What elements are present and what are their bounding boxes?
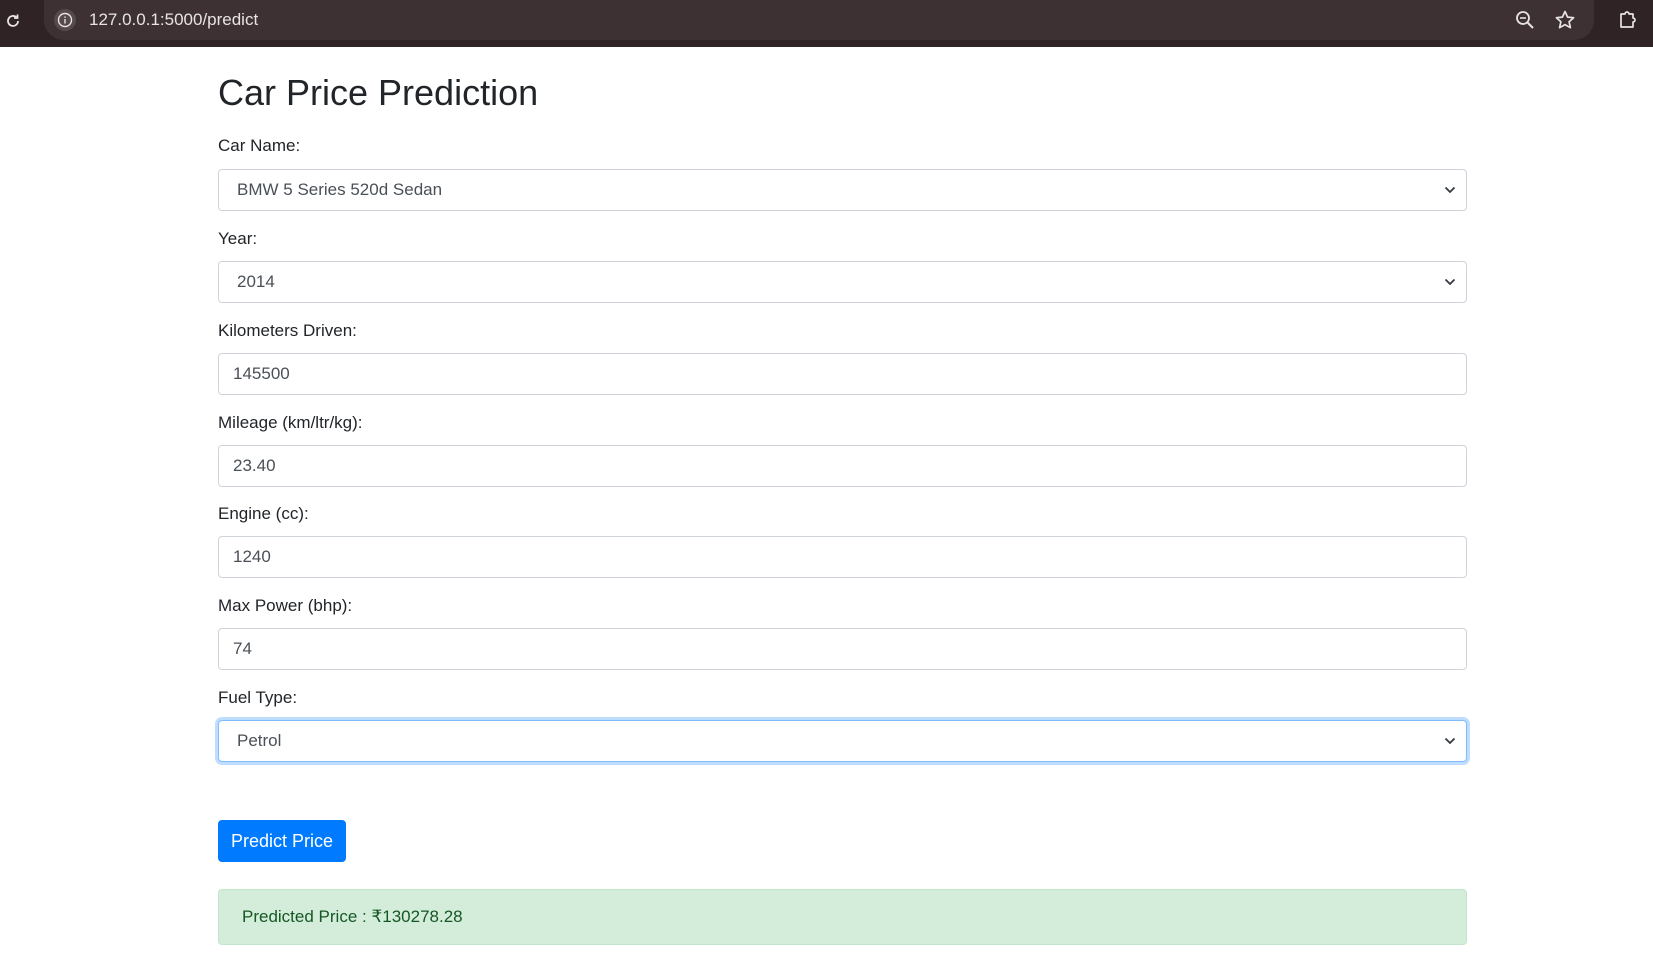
car-name-value: BMW 5 Series 520d Sedan — [237, 180, 443, 199]
km-driven-input[interactable]: 145500 — [218, 353, 1467, 395]
max-power-value: 74 — [233, 639, 252, 658]
car-name-label: Car Name: — [218, 136, 301, 155]
engine-input[interactable]: 1240 — [218, 536, 1467, 578]
zoom-icon[interactable] — [1514, 9, 1536, 31]
mileage-input[interactable]: 23.40 — [218, 445, 1467, 487]
predicted-price-alert: Predicted Price : ₹130278.28 — [218, 889, 1467, 945]
year-label: Year: — [218, 229, 258, 248]
max-power-input[interactable]: 74 — [218, 628, 1467, 670]
chevron-down-icon — [1444, 737, 1456, 745]
fuel-type-value: Petrol — [237, 731, 282, 750]
engine-value: 1240 — [233, 547, 271, 566]
km-driven-label: Kilometers Driven: — [218, 321, 357, 340]
browser-toolbar: 127.0.0.1:5000/predict — [0, 0, 1653, 47]
page-title: Car Price Prediction — [218, 72, 539, 113]
max-power-label: Max Power (bhp): — [218, 596, 353, 615]
engine-label: Engine (cc): — [218, 504, 309, 523]
chevron-down-icon — [1444, 278, 1456, 286]
year-value: 2014 — [237, 272, 275, 291]
reload-icon[interactable] — [3, 11, 23, 31]
mileage-value: 23.40 — [233, 456, 276, 475]
fuel-type-select[interactable]: Petrol — [218, 720, 1467, 762]
predict-price-button[interactable]: Predict Price — [218, 820, 346, 862]
mileage-label: Mileage (km/ltr/kg): — [218, 413, 363, 432]
info-icon[interactable] — [54, 9, 76, 31]
fuel-type-label: Fuel Type: — [218, 688, 298, 707]
car-name-select[interactable]: BMW 5 Series 520d Sedan — [218, 169, 1467, 211]
url-text[interactable]: 127.0.0.1:5000/predict — [89, 10, 258, 30]
year-select[interactable]: 2014 — [218, 261, 1467, 303]
address-bar[interactable]: 127.0.0.1:5000/predict — [44, 0, 1594, 40]
chevron-down-icon — [1444, 186, 1456, 194]
star-icon[interactable] — [1554, 9, 1576, 31]
km-driven-value: 145500 — [233, 364, 290, 383]
extensions-icon[interactable] — [1617, 8, 1639, 30]
